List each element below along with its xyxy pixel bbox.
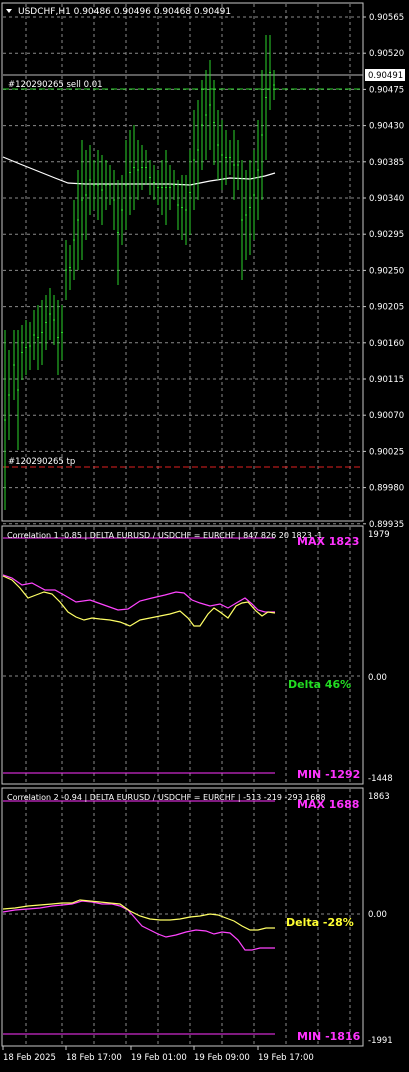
price-level-label: 0.90115 bbox=[369, 375, 404, 385]
correlation-1-delta-label: Delta 46% bbox=[288, 678, 351, 691]
price-level-label: 0.90205 bbox=[369, 303, 404, 313]
price-level-label: 0.89980 bbox=[369, 484, 404, 494]
take-profit-label: #120290265 tp bbox=[8, 457, 75, 467]
time-label: 19 Feb 09:00 bbox=[194, 1053, 250, 1063]
correlation-1-frame[interactable] bbox=[1, 525, 364, 785]
correlation-1-scale-bottom: -1448 bbox=[368, 774, 393, 784]
correlation-2-delta-label: Delta -28% bbox=[286, 916, 354, 929]
price-level-label: 0.90340 bbox=[369, 194, 404, 204]
correlation-2-min-label: MIN -1816 bbox=[297, 1030, 361, 1043]
price-level-label: 0.90025 bbox=[369, 447, 404, 457]
correlation-2-scale-mid: 0.00 bbox=[368, 910, 387, 920]
correlation-1-min-label: MIN -1292 bbox=[297, 768, 360, 781]
current-price-label: 0.90491 bbox=[368, 71, 403, 81]
mt4-chart-window: 0.90565 0.90520 0.90475 0.90430 0.90385 0.903… bbox=[0, 0, 409, 1068]
price-level-label: 0.90385 bbox=[369, 158, 404, 168]
symbol-title: USDCHF,H1 0.90486 0.90496 0.90468 0.9049… bbox=[18, 7, 231, 17]
sell-order-label: #120290265 sell 0.01 bbox=[8, 80, 103, 90]
time-axis: 18 Feb 2025 18 Feb 17:00 19 Feb 01:00 19 Fe… bbox=[2, 1046, 314, 1063]
correlation-2-header: Correlation 2 -0.94 | DELTA EURUSD / USD… bbox=[7, 793, 326, 802]
time-label: 18 Feb 2025 bbox=[3, 1053, 56, 1063]
price-level-label: 0.90295 bbox=[369, 230, 404, 240]
price-level-label: 0.90430 bbox=[369, 122, 404, 132]
correlation-2-scale-top: 1863 bbox=[368, 792, 390, 802]
price-level-label: 0.90160 bbox=[369, 339, 404, 349]
correlation-1-scale-top: 1979 bbox=[368, 530, 390, 540]
correlation-2-max-label: MAX 1688 bbox=[297, 798, 359, 811]
price-level-label: 0.90250 bbox=[369, 266, 404, 276]
correlation-1-max-label: MAX 1823 bbox=[297, 535, 359, 548]
price-level-label: 0.90070 bbox=[369, 411, 404, 421]
price-level-label: 0.89935 bbox=[369, 520, 404, 530]
main-price-axis: 0.90565 0.90520 0.90475 0.90430 0.90385 0.903… bbox=[363, 13, 404, 530]
time-label: 18 Feb 17:00 bbox=[66, 1053, 122, 1063]
correlation-2-scale-bottom: -1991 bbox=[368, 1036, 393, 1046]
chart-canvas[interactable]: 0.90565 0.90520 0.90475 0.90430 0.90385 0.903… bbox=[0, 0, 409, 1068]
time-label: 19 Feb 01:00 bbox=[131, 1053, 187, 1063]
price-level-label: 0.90520 bbox=[369, 49, 404, 59]
price-level-label: 0.90565 bbox=[369, 13, 404, 23]
correlation-1-header: Correlation 1 -0.85 | DELTA EURUSD / USD… bbox=[7, 531, 322, 540]
time-label: 19 Feb 17:00 bbox=[258, 1053, 314, 1063]
price-level-label: 0.90475 bbox=[369, 85, 404, 95]
correlation-1-scale-mid: 0.00 bbox=[368, 673, 387, 683]
